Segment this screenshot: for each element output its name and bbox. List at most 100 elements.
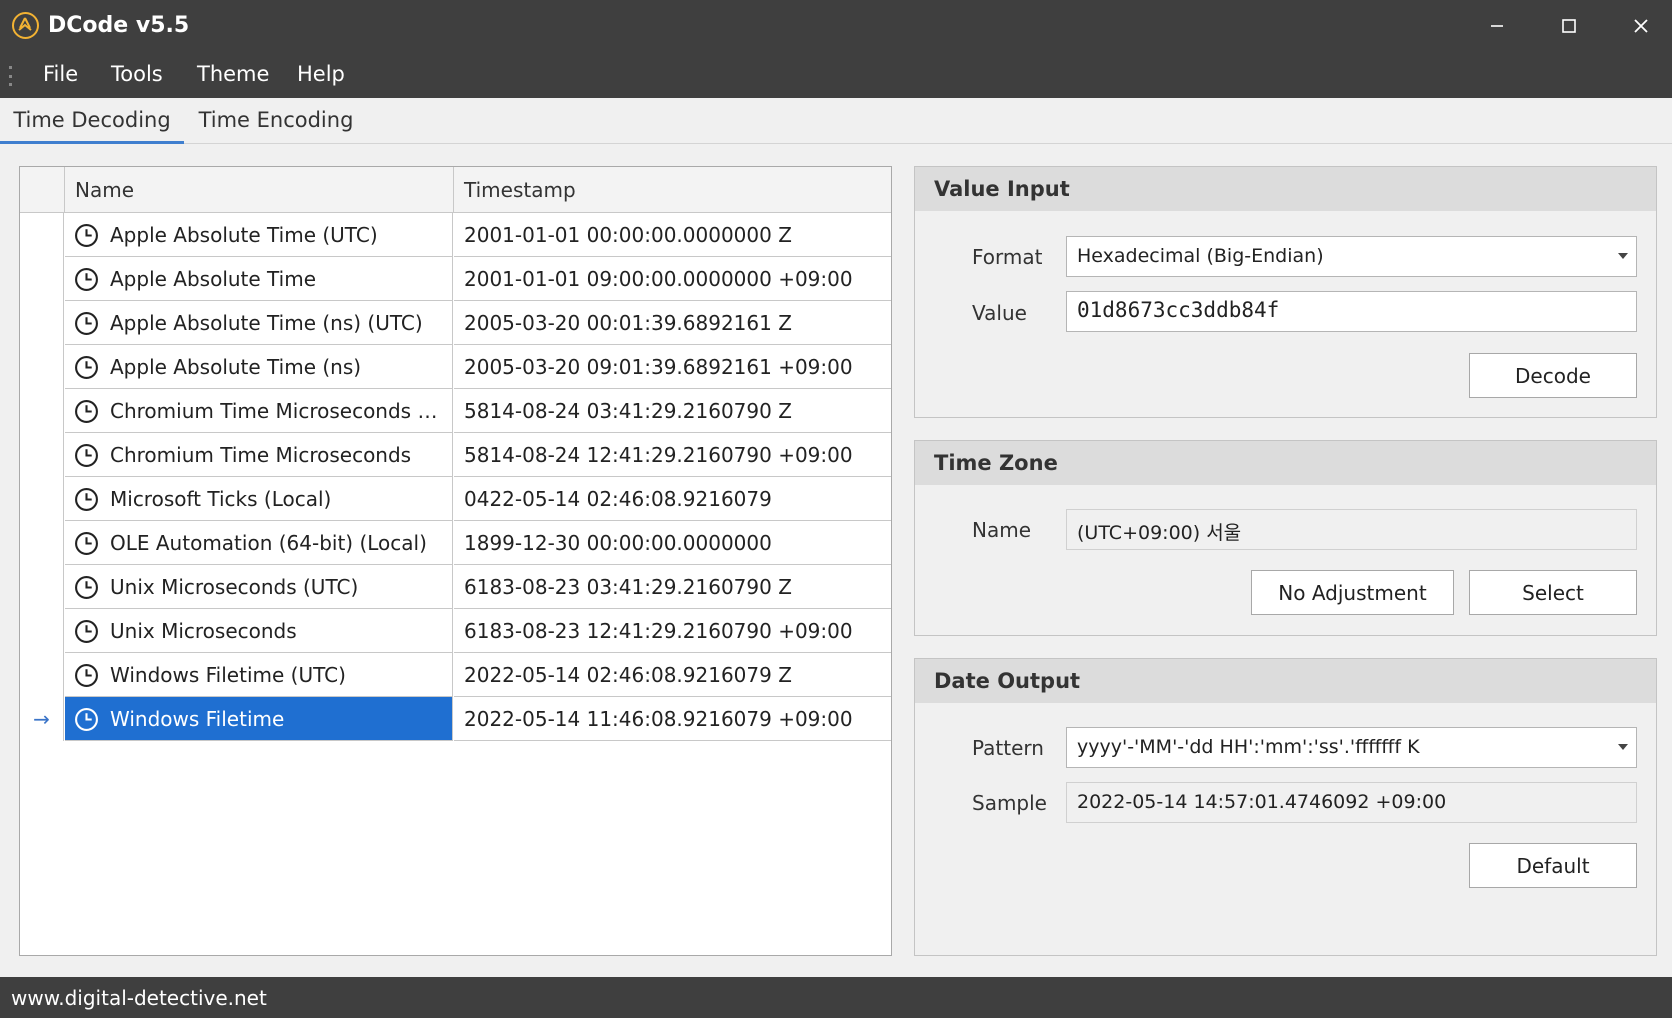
table-row[interactable]: Apple Absolute Time (ns) (UTC) 2005-03-20…: [20, 301, 891, 345]
cell-timestamp[interactable]: 0422-05-14 02:46:08.9216079: [454, 477, 891, 521]
results-grid[interactable]: Name Timestamp Apple Absolute Time (UTC)…: [19, 166, 892, 956]
maximize-icon: [1562, 19, 1576, 33]
cell-timestamp[interactable]: 2001-01-01 00:00:00.0000000 Z: [454, 213, 891, 257]
row-indicator[interactable]: [20, 477, 64, 521]
clock-icon: [75, 400, 98, 423]
select-time-zone-button[interactable]: Select: [1469, 570, 1637, 615]
table-row[interactable]: Unix Microseconds 6183-08-23 12:41:29.216…: [20, 609, 891, 653]
tab-strip: Time Decoding Time Encoding: [0, 98, 1672, 144]
sample-field: 2022-05-14 14:57:01.4746092 +09:00: [1066, 782, 1637, 823]
row-name: Unix Microseconds: [110, 619, 297, 643]
table-row[interactable]: Chromium Time Microseconds (U... 5814-08-…: [20, 389, 891, 433]
grid-header: Name Timestamp: [20, 167, 891, 213]
cell-name[interactable]: OLE Automation (64-bit) (Local): [65, 521, 453, 565]
cell-name[interactable]: Windows Filetime (UTC): [65, 653, 453, 697]
tab-time-decoding[interactable]: Time Decoding: [0, 98, 184, 144]
decode-button[interactable]: Decode: [1469, 353, 1637, 398]
menu-help[interactable]: Help: [297, 62, 345, 86]
menu-theme[interactable]: Theme: [197, 62, 269, 86]
time-zone-name-field: (UTC+09:00) 서울: [1066, 509, 1637, 550]
format-value: Hexadecimal (Big-Endian): [1077, 245, 1324, 267]
time-zone-name-label: Name: [972, 518, 1032, 542]
table-row[interactable]: Unix Microseconds (UTC) 6183-08-23 03:41:…: [20, 565, 891, 609]
cell-name[interactable]: Unix Microseconds: [65, 609, 453, 653]
sample-label: Sample: [972, 791, 1047, 815]
row-indicator[interactable]: [20, 389, 64, 433]
table-row[interactable]: Microsoft Ticks (Local) 0422-05-14 02:46:…: [20, 477, 891, 521]
row-indicator[interactable]: [20, 609, 64, 653]
row-name: Chromium Time Microseconds (U...: [110, 399, 445, 423]
cell-timestamp[interactable]: 5814-08-24 03:41:29.2160790 Z: [454, 389, 891, 433]
value-label: Value: [972, 301, 1027, 325]
value-input-title: Value Input: [915, 167, 1656, 211]
row-name: Windows Filetime: [110, 707, 285, 731]
pattern-dropdown[interactable]: yyyy'-'MM'-'dd HH':'mm':'ss'.'fffffff K: [1066, 727, 1637, 768]
cell-name[interactable]: Apple Absolute Time (UTC): [65, 213, 453, 257]
clock-icon: [75, 532, 98, 555]
cell-timestamp[interactable]: 5814-08-24 12:41:29.2160790 +09:00: [454, 433, 891, 477]
cell-name[interactable]: Apple Absolute Time (ns): [65, 345, 453, 389]
date-output-title: Date Output: [915, 659, 1656, 703]
tab-time-encoding[interactable]: Time Encoding: [194, 98, 358, 144]
close-icon: [1634, 19, 1648, 33]
cell-timestamp[interactable]: 2005-03-20 00:01:39.6892161 Z: [454, 301, 891, 345]
row-indicator[interactable]: [20, 433, 64, 477]
row-name: Windows Filetime (UTC): [110, 663, 346, 687]
close-button[interactable]: [1606, 0, 1672, 52]
cell-timestamp[interactable]: 6183-08-23 12:41:29.2160790 +09:00: [454, 609, 891, 653]
menu-grip-icon: [9, 66, 12, 86]
table-row[interactable]: Windows Filetime (UTC) 2022-05-14 02:46:0…: [20, 653, 891, 697]
row-indicator[interactable]: [20, 257, 64, 301]
time-zone-panel: Time Zone Name (UTC+09:00) 서울 No Adjustm…: [914, 440, 1657, 636]
value-input[interactable]: 01d8673cc3ddb84f: [1066, 291, 1637, 332]
cell-name[interactable]: Unix Microseconds (UTC): [65, 565, 453, 609]
clock-icon: [75, 708, 98, 731]
clock-icon: [75, 268, 98, 291]
cell-timestamp[interactable]: 1899-12-30 00:00:00.0000000: [454, 521, 891, 565]
cell-name[interactable]: Microsoft Ticks (Local): [65, 477, 453, 521]
table-row[interactable]: OLE Automation (64-bit) (Local) 1899-12-3…: [20, 521, 891, 565]
column-header-timestamp[interactable]: Timestamp: [454, 167, 891, 212]
cell-timestamp[interactable]: 2022-05-14 11:46:08.9216079 +09:00: [454, 697, 891, 741]
table-row[interactable]: Apple Absolute Time (ns) 2005-03-20 09:01…: [20, 345, 891, 389]
cell-name[interactable]: Apple Absolute Time (ns) (UTC): [65, 301, 453, 345]
cell-timestamp[interactable]: 6183-08-23 03:41:29.2160790 Z: [454, 565, 891, 609]
cell-name[interactable]: Chromium Time Microseconds: [65, 433, 453, 477]
cell-timestamp[interactable]: 2001-01-01 09:00:00.0000000 +09:00: [454, 257, 891, 301]
cell-name[interactable]: Apple Absolute Time: [65, 257, 453, 301]
row-header-corner: [20, 167, 65, 212]
row-indicator[interactable]: [20, 213, 64, 257]
cell-name[interactable]: Windows Filetime: [65, 697, 453, 741]
value-input-panel: Value Input Format Hexadecimal (Big-Endi…: [914, 166, 1657, 418]
table-row[interactable]: Chromium Time Microseconds 5814-08-24 12:…: [20, 433, 891, 477]
row-name: Microsoft Ticks (Local): [110, 487, 332, 511]
row-indicator[interactable]: [20, 653, 64, 697]
menu-tools[interactable]: Tools: [111, 62, 163, 86]
table-row[interactable]: → Windows Filetime 2022-05-14 11:46:08.921…: [20, 697, 891, 741]
minimize-button[interactable]: [1462, 0, 1532, 52]
clock-icon: [75, 356, 98, 379]
clock-icon: [75, 224, 98, 247]
status-bar: www.digital-detective.net: [0, 977, 1672, 1018]
format-label: Format: [972, 245, 1043, 269]
clock-icon: [75, 488, 98, 511]
row-indicator[interactable]: [20, 521, 64, 565]
table-row[interactable]: Apple Absolute Time (UTC) 2001-01-01 00:0…: [20, 213, 891, 257]
cell-timestamp[interactable]: 2005-03-20 09:01:39.6892161 +09:00: [454, 345, 891, 389]
row-name: OLE Automation (64-bit) (Local): [110, 531, 427, 555]
row-indicator[interactable]: [20, 565, 64, 609]
cell-name[interactable]: Chromium Time Microseconds (U...: [65, 389, 453, 433]
menu-file[interactable]: File: [43, 62, 78, 86]
row-indicator[interactable]: →: [20, 697, 64, 741]
default-button[interactable]: Default: [1469, 843, 1637, 888]
no-adjustment-button[interactable]: No Adjustment: [1251, 570, 1454, 615]
menu-bar: File Tools Theme Help: [0, 52, 1672, 98]
column-header-name[interactable]: Name: [65, 167, 454, 212]
format-dropdown[interactable]: Hexadecimal (Big-Endian): [1066, 236, 1637, 277]
row-indicator[interactable]: [20, 301, 64, 345]
row-indicator[interactable]: [20, 345, 64, 389]
cell-timestamp[interactable]: 2022-05-14 02:46:08.9216079 Z: [454, 653, 891, 697]
row-name: Apple Absolute Time: [110, 267, 317, 291]
maximize-button[interactable]: [1534, 0, 1604, 52]
table-row[interactable]: Apple Absolute Time 2001-01-01 09:00:00.0…: [20, 257, 891, 301]
